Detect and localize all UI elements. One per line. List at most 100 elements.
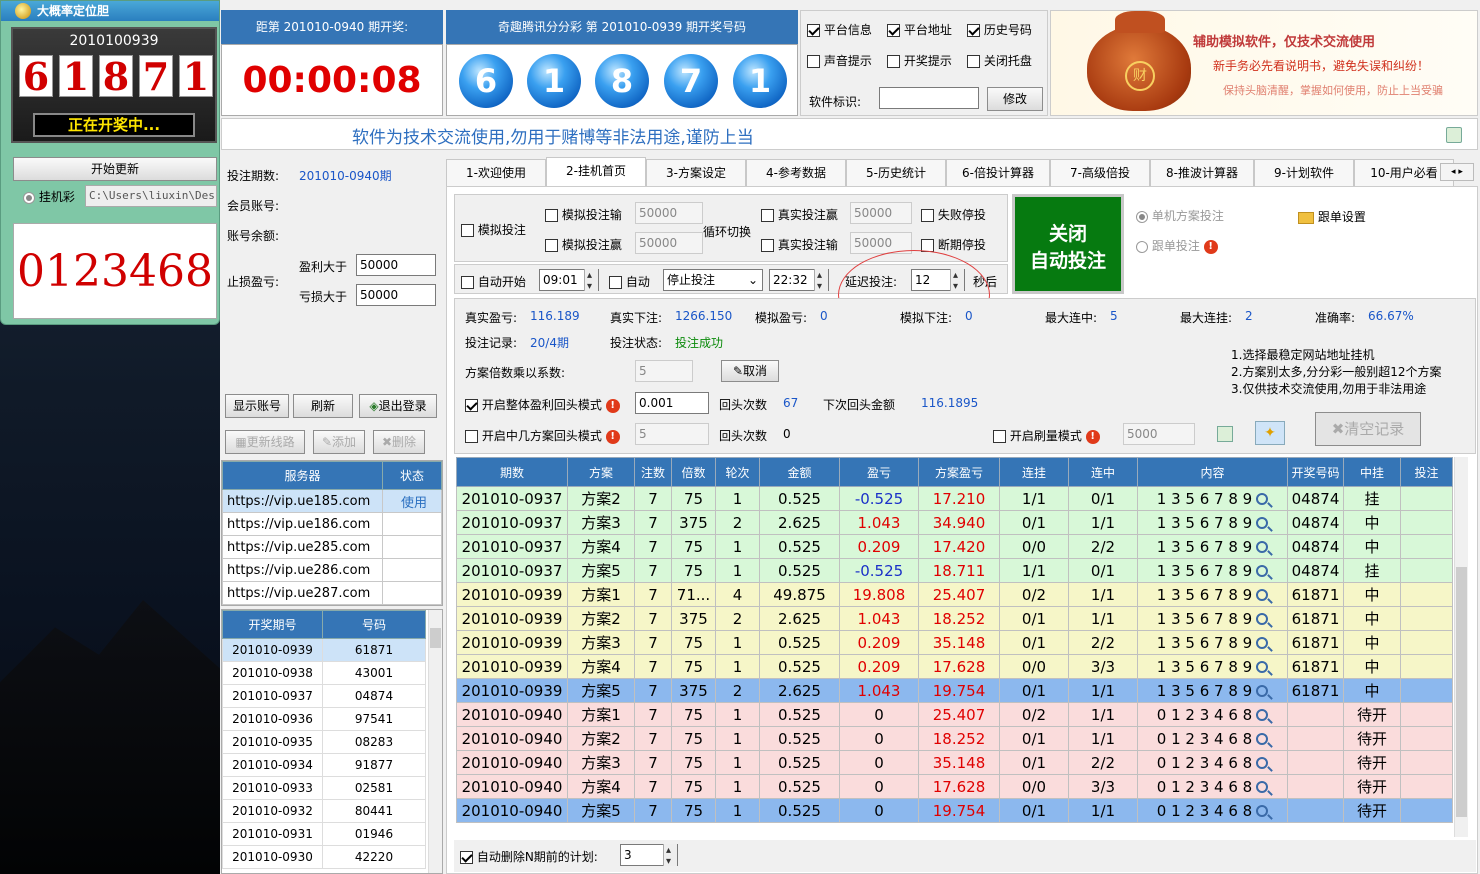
- server-row[interactable]: https://vip.ue285.com: [222, 535, 442, 559]
- tab-10[interactable]: 10-用户必看: [1354, 159, 1454, 186]
- clear-records-button[interactable]: ✖清空记录: [1315, 412, 1421, 446]
- table-row[interactable]: 201010-0939 方案4 7 75 1 0.525 0.209 17.628 0/0 3/3…: [456, 654, 1453, 679]
- magnifier-icon[interactable]: [1256, 541, 1269, 553]
- close-auto-bet-button[interactable]: 关闭 自动投注: [1012, 194, 1124, 294]
- table-scrollbar[interactable]: [1454, 457, 1468, 837]
- history-row[interactable]: 201010-0938 43001: [222, 661, 426, 685]
- table-row[interactable]: 201010-0940 方案5 7 75 1 0.525 0 19.754 0/1 1/1 0 1 …: [456, 798, 1453, 823]
- mode2-checkbox[interactable]: 开启中几方案回头模式 !: [465, 427, 620, 444]
- multiplier-input[interactable]: 5: [635, 360, 693, 382]
- auto-delete-checkbox[interactable]: 自动删除N期前的计划:: [460, 848, 598, 865]
- magnifier-icon[interactable]: [1256, 733, 1269, 745]
- server-row[interactable]: https://vip.ue286.com: [222, 558, 442, 582]
- history-row[interactable]: 201010-0935 08283: [222, 730, 426, 754]
- table-row[interactable]: 201010-0939 方案5 7 375 2 2.625 1.043 19.754 0/1 1/…: [456, 678, 1453, 703]
- real-win-input[interactable]: 50000: [850, 202, 912, 224]
- tab-scroll-arrows-icon[interactable]: ◂ ▸: [1440, 163, 1474, 181]
- real-win-checkbox[interactable]: 真实投注赢: [761, 206, 838, 223]
- stop-time-spinner[interactable]: [814, 266, 828, 297]
- history-number-header[interactable]: 号码: [322, 610, 426, 639]
- start-time-input[interactable]: 09:01: [539, 266, 599, 297]
- history-period-header[interactable]: 开奖期号: [222, 610, 323, 639]
- history-row[interactable]: 201010-0931 01946: [222, 822, 426, 846]
- sim-win-checkbox[interactable]: 模拟投注赢: [545, 236, 622, 253]
- magnifier-icon[interactable]: [1256, 685, 1269, 697]
- column-header[interactable]: 内容: [1137, 457, 1288, 487]
- history-row[interactable]: 201010-0933 02581: [222, 776, 426, 800]
- option-platform-addr[interactable]: 平台地址: [887, 21, 952, 38]
- modify-button[interactable]: 修改: [987, 87, 1043, 111]
- history-row[interactable]: 201010-0934 91877: [222, 753, 426, 777]
- column-header[interactable]: 方案盈亏: [918, 457, 1000, 487]
- refresh-icon[interactable]: [1446, 127, 1462, 143]
- table-row[interactable]: 201010-0940 方案4 7 75 1 0.525 0 17.628 0/0 3/3 0 1 …: [456, 774, 1453, 799]
- table-row[interactable]: 201010-0939 方案2 7 375 2 2.625 1.043 18.252 0/1 1/…: [456, 606, 1453, 631]
- table-row[interactable]: 201010-0937 方案5 7 75 1 0.525 -0.525 18.711 1/1 0/…: [456, 558, 1453, 583]
- magnifier-icon[interactable]: [1256, 661, 1269, 673]
- tab-7[interactable]: 7-高级倍投: [1050, 159, 1150, 186]
- refresh-button[interactable]: 刷新: [293, 394, 353, 418]
- server-row[interactable]: https://vip.ue186.com: [222, 512, 442, 536]
- history-row[interactable]: 201010-0937 04874: [222, 684, 426, 708]
- option-tray[interactable]: 关闭托盘: [967, 52, 1032, 69]
- magnifier-icon[interactable]: [1256, 709, 1269, 721]
- soft-id-input[interactable]: [879, 87, 979, 109]
- tab-4[interactable]: 4-参考数据: [746, 159, 846, 186]
- column-header[interactable]: 开奖号码: [1287, 457, 1344, 487]
- magnifier-icon[interactable]: [1256, 565, 1269, 577]
- follow-settings-link[interactable]: 跟单设置: [1298, 208, 1366, 225]
- column-header[interactable]: 连挂: [999, 457, 1069, 487]
- mode1-checkbox[interactable]: 开启整体盈利回头模式 !: [465, 396, 620, 413]
- start-time-spinner[interactable]: [584, 266, 598, 297]
- column-header[interactable]: 方案: [567, 457, 635, 487]
- tab-8[interactable]: 8-推波计算器: [1150, 159, 1254, 186]
- history-row[interactable]: 201010-0930 42220: [222, 845, 426, 869]
- puzzle-icon[interactable]: ✦: [1255, 421, 1285, 445]
- cancel-button[interactable]: ✎取消: [721, 360, 779, 382]
- magnifier-icon[interactable]: [1256, 781, 1269, 793]
- start-update-button[interactable]: 开始更新: [13, 157, 217, 181]
- history-row[interactable]: 201010-0939 61871: [222, 638, 426, 662]
- tab-2[interactable]: 2-挂机首页: [546, 157, 646, 187]
- profit-input[interactable]: 50000: [356, 254, 436, 276]
- column-header[interactable]: 期数: [456, 457, 568, 487]
- option-draw-tip[interactable]: 开奖提示: [887, 52, 952, 69]
- magnifier-icon[interactable]: [1256, 517, 1269, 529]
- magnifier-icon[interactable]: [1256, 613, 1269, 625]
- tab-6[interactable]: 6-倍投计算器: [946, 159, 1050, 186]
- refresh-icon[interactable]: [1217, 426, 1233, 442]
- history-row[interactable]: 201010-0932 80441: [222, 799, 426, 823]
- hang-radio[interactable]: 挂机彩: [23, 188, 75, 205]
- brush-input[interactable]: 5000: [1123, 423, 1195, 445]
- auto-delete-input[interactable]: 3: [620, 841, 678, 872]
- show-account-button[interactable]: 显示账号: [225, 394, 289, 418]
- table-row[interactable]: 201010-0939 方案1 7 71... 4 49.875 19.808 25.407 0…: [456, 582, 1453, 607]
- mode2-input[interactable]: 5: [635, 423, 709, 445]
- table-row[interactable]: 201010-0937 方案3 7 375 2 2.625 1.043 34.940 0/1 1/…: [456, 510, 1453, 535]
- magnifier-icon[interactable]: [1256, 757, 1269, 769]
- sim-loss-input[interactable]: 50000: [635, 202, 703, 224]
- history-row[interactable]: 201010-0936 97541: [222, 707, 426, 731]
- auto-delete-spinner[interactable]: [663, 841, 677, 872]
- single-bet-radio[interactable]: 单机方案投注: [1136, 207, 1224, 224]
- magnifier-icon[interactable]: [1256, 493, 1269, 505]
- delete-button[interactable]: ✖删除: [373, 430, 425, 454]
- column-header[interactable]: 盈亏: [839, 457, 919, 487]
- magnifier-icon[interactable]: [1256, 589, 1269, 601]
- real-loss-checkbox[interactable]: 真实投注输: [761, 236, 838, 253]
- follow-bet-radio[interactable]: 跟单投注 !: [1136, 237, 1218, 254]
- tab-3[interactable]: 3-方案设定: [646, 159, 746, 186]
- column-header[interactable]: 连中: [1068, 457, 1138, 487]
- magnifier-icon[interactable]: [1256, 805, 1269, 817]
- server-row[interactable]: https://vip.ue185.com 使用: [222, 489, 442, 513]
- table-row[interactable]: 201010-0937 方案4 7 75 1 0.525 0.209 17.420 0/0 2/2…: [456, 534, 1453, 559]
- table-scroll-thumb[interactable]: [1456, 567, 1467, 817]
- sim-win-input[interactable]: 50000: [635, 232, 703, 254]
- history-scrollbar[interactable]: [428, 610, 442, 873]
- column-header[interactable]: 注数: [634, 457, 672, 487]
- table-row[interactable]: 201010-0940 方案3 7 75 1 0.525 0 35.148 0/1 2/2 0 1 …: [456, 750, 1453, 775]
- option-sound[interactable]: 声音提示: [807, 52, 872, 69]
- sim-bet-checkbox[interactable]: 模拟投注: [461, 221, 526, 238]
- path-field[interactable]: C:\Users\liuxin\Deskto: [85, 185, 217, 207]
- add-button[interactable]: ✎添加: [313, 430, 365, 454]
